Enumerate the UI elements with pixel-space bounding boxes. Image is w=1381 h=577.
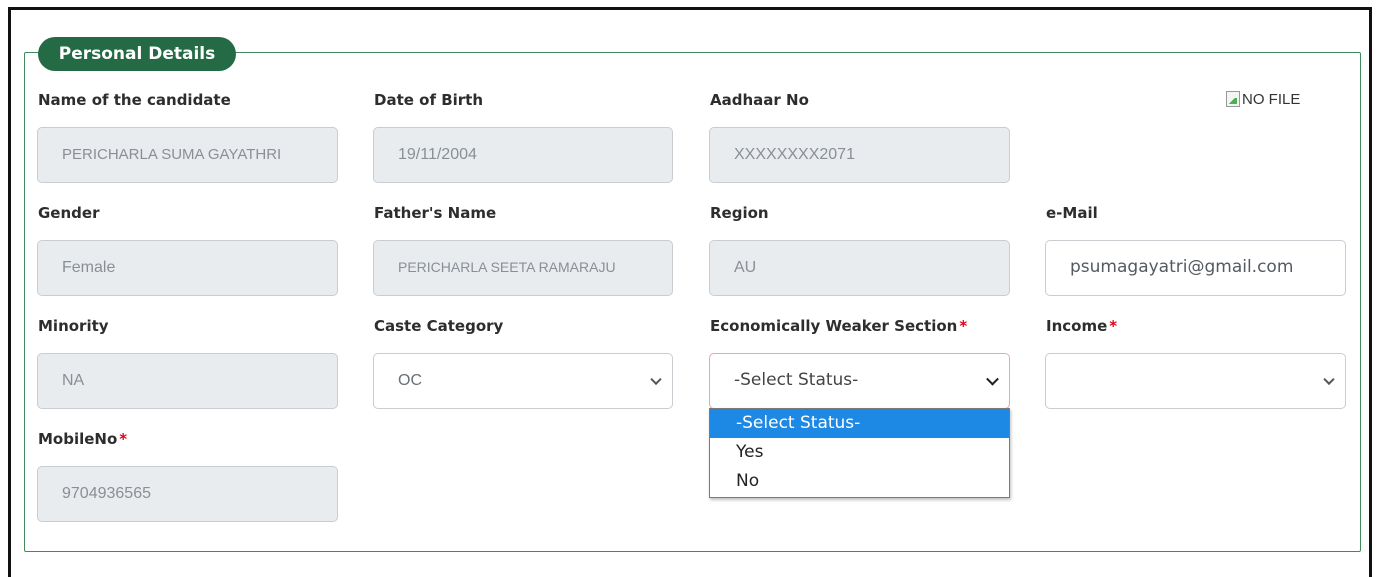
dob-field[interactable]: 19/11/2004 (373, 127, 673, 183)
required-mark: * (1109, 317, 1118, 335)
ews-label-text: Economically Weaker Section (710, 317, 958, 335)
required-mark: * (959, 317, 968, 335)
aadhaar-field[interactable]: XXXXXXXX2071 (709, 127, 1010, 183)
chevron-down-icon (650, 373, 662, 386)
minority-label: Minority (38, 317, 109, 335)
required-mark: * (119, 430, 128, 448)
name-label: Name of the candidate (38, 91, 231, 109)
aadhaar-label: Aadhaar No (710, 91, 809, 109)
photo-alt-text: NO FILE (1242, 91, 1301, 108)
gender-field[interactable]: Female (37, 240, 338, 296)
ews-option-yes[interactable]: Yes (710, 438, 1009, 467)
father-name-label: Father's Name (374, 204, 497, 222)
dob-label: Date of Birth (374, 91, 484, 109)
ews-select-value: -Select Status- (734, 370, 859, 390)
income-label-text: Income (1046, 317, 1108, 335)
name-field[interactable]: PERICHARLA SUMA GAYATHRI (37, 127, 338, 183)
email-label: e-Mail (1046, 204, 1098, 222)
ews-label: Economically Weaker Section * (710, 317, 967, 335)
ews-select[interactable]: -Select Status- (709, 353, 1010, 409)
minority-field[interactable]: NA (37, 353, 338, 409)
father-name-field[interactable]: PERICHARLA SEETA RAMARAJU (373, 240, 673, 296)
mobile-label-text: MobileNo (38, 430, 118, 448)
caste-category-value: OC (398, 372, 422, 389)
ews-dropdown-list: -Select Status- Yes No (709, 408, 1010, 498)
broken-image-icon (1226, 91, 1240, 107)
photo-placeholder: NO FILE (1226, 91, 1300, 108)
caste-category-select[interactable]: OC (373, 353, 673, 409)
income-label: Income * (1046, 317, 1117, 335)
region-label: Region (710, 204, 769, 222)
ews-option-no[interactable]: No (710, 467, 1009, 496)
mobile-field[interactable]: 9704936565 (37, 466, 338, 522)
section-legend: Personal Details (38, 37, 236, 71)
chevron-down-icon (1323, 373, 1335, 386)
gender-label: Gender (38, 204, 100, 222)
ews-option-select-status[interactable]: -Select Status- (710, 409, 1009, 438)
chevron-down-icon (986, 372, 999, 386)
income-select[interactable] (1045, 353, 1346, 409)
region-field[interactable]: AU (709, 240, 1010, 296)
mobile-label: MobileNo * (38, 430, 127, 448)
caste-category-label: Caste Category (374, 317, 504, 335)
email-field[interactable]: psumagayatri@gmail.com (1045, 240, 1346, 296)
